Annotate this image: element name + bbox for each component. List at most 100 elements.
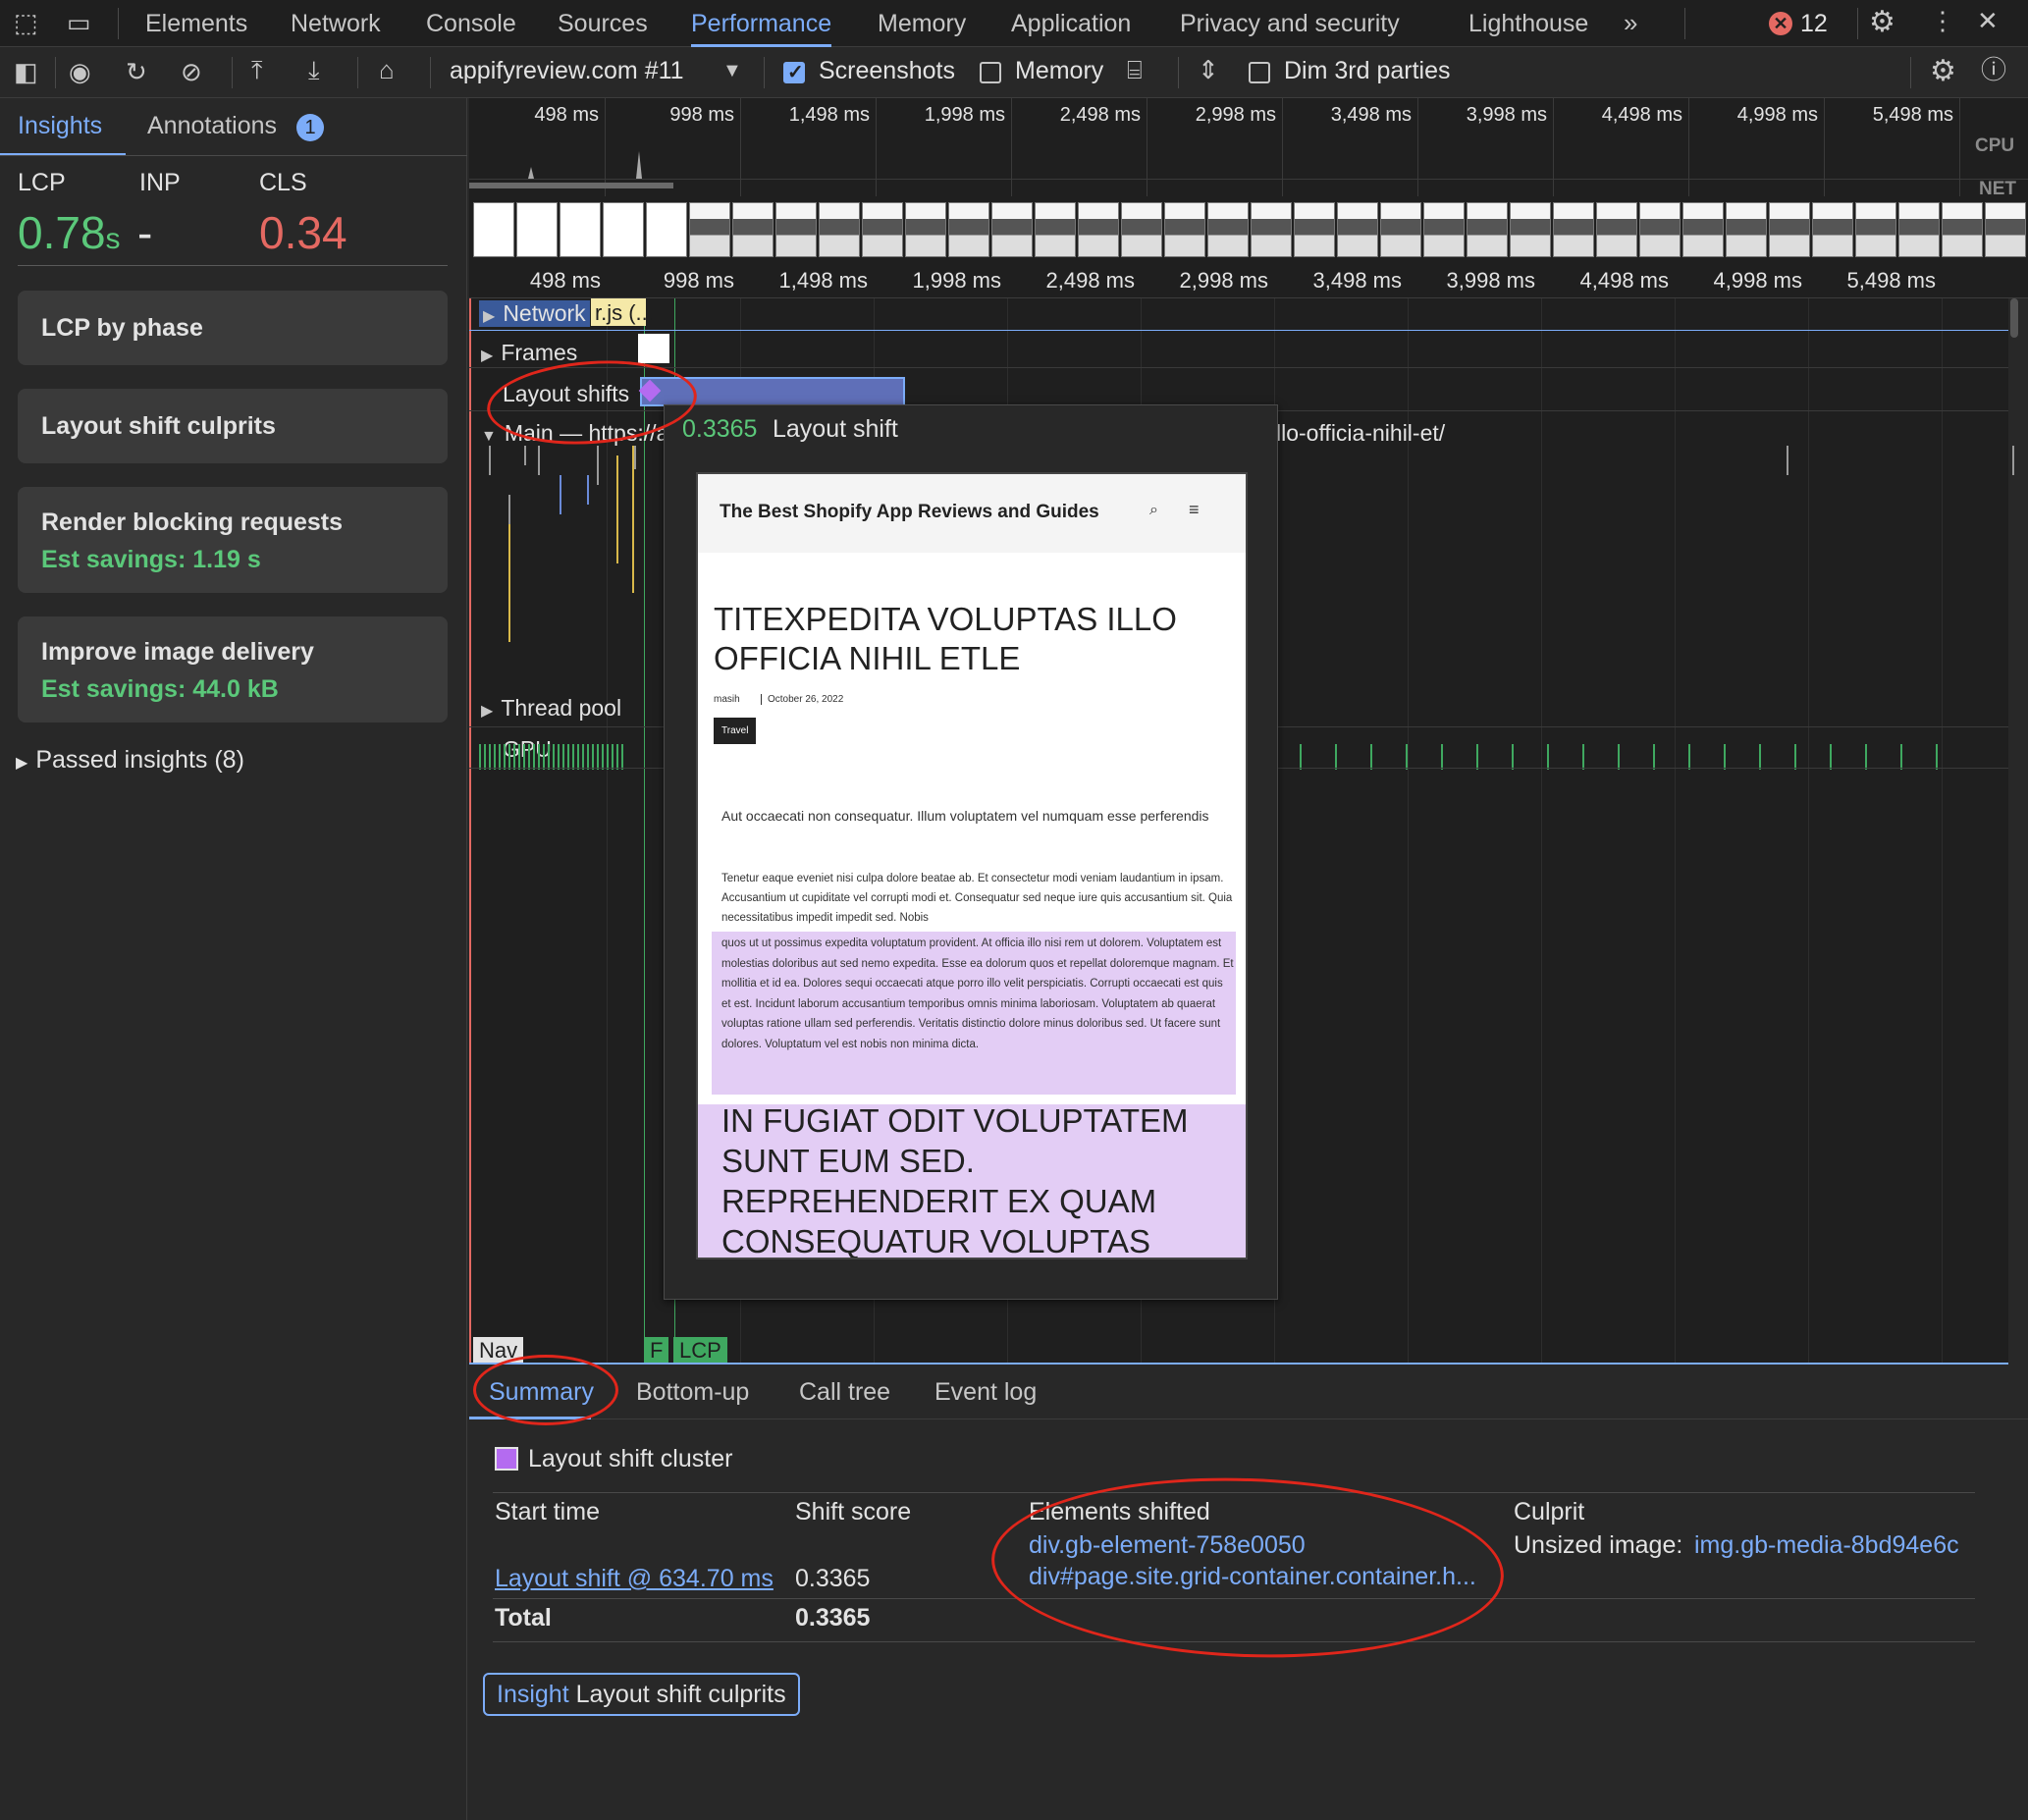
lcp-marker[interactable]: LCP <box>673 1337 727 1365</box>
filmstrip-frame[interactable] <box>775 202 817 257</box>
passed-insights-toggle[interactable]: ▶ Passed insights (8) <box>16 746 244 775</box>
tab-call-tree[interactable]: Call tree <box>799 1378 890 1407</box>
filmstrip-frame[interactable] <box>1035 202 1076 257</box>
tab-elements[interactable]: Elements <box>145 0 247 47</box>
filmstrip-frame[interactable] <box>1639 202 1681 257</box>
memory-checkbox[interactable] <box>980 62 1001 83</box>
filmstrip-frame[interactable] <box>1164 202 1205 257</box>
inspect-element-icon[interactable]: ⬚ <box>14 10 38 35</box>
more-tabs-icon[interactable]: » <box>1624 10 1637 35</box>
filmstrip-frame[interactable] <box>1942 202 1983 257</box>
home-icon[interactable]: ⌂ <box>379 57 395 82</box>
filmstrip-frame[interactable] <box>1553 202 1594 257</box>
help-icon[interactable]: ⓘ <box>1981 57 2006 82</box>
filmstrip-frame[interactable] <box>905 202 946 257</box>
device-toolbar-icon[interactable]: ▭ <box>67 10 91 35</box>
filmstrip-frame[interactable] <box>1682 202 1724 257</box>
track-network[interactable]: ▶ Network <box>479 300 590 327</box>
insight-chip-button[interactable]: Insight Layout shift culprits <box>483 1673 800 1716</box>
expand-collapse-icon[interactable]: ⇕ <box>1198 57 1219 82</box>
tab-annotations[interactable]: Annotations <box>147 112 277 140</box>
tab-sources[interactable]: Sources <box>558 0 648 47</box>
error-icon[interactable]: ✕ <box>1769 12 1792 35</box>
download-icon[interactable]: ⤓ <box>308 57 320 82</box>
insight-lcp-by-phase[interactable]: LCP by phase <box>18 291 448 365</box>
frame-bar[interactable] <box>638 334 669 363</box>
filmstrip-frame[interactable] <box>689 202 730 257</box>
tab-privacy-and-security[interactable]: Privacy and security <box>1180 0 1400 47</box>
filmstrip-frame[interactable] <box>991 202 1033 257</box>
tracks-scrollbar[interactable] <box>2010 298 2018 338</box>
filmstrip-frame[interactable] <box>1855 202 1896 257</box>
filmstrip-frame[interactable] <box>948 202 989 257</box>
filmstrip-frame[interactable] <box>1510 202 1551 257</box>
filmstrip-frame[interactable] <box>862 202 903 257</box>
error-count[interactable]: 12 <box>1800 10 1828 38</box>
tab-memory[interactable]: Memory <box>878 0 966 47</box>
screenshots-checkbox[interactable] <box>783 60 805 84</box>
close-icon[interactable]: ✕ <box>1977 8 1999 33</box>
filmstrip-frame[interactable] <box>1207 202 1249 257</box>
flame-chart-event[interactable] <box>2012 446 2014 475</box>
filmstrip-frame[interactable] <box>1251 202 1292 257</box>
upload-icon[interactable]: ⤒ <box>251 57 263 82</box>
filmstrip-frame[interactable] <box>1467 202 1508 257</box>
flame-chart-event[interactable] <box>616 455 618 563</box>
track-frames[interactable]: ▶ Frames <box>481 340 577 366</box>
tab-console[interactable]: Console <box>426 0 516 47</box>
garbage-collect-icon[interactable]: ⌸ <box>1127 57 1143 82</box>
flame-chart-event[interactable] <box>538 446 540 475</box>
timeline-overview[interactable]: 498 ms 998 ms 1,498 ms 1,998 ms 2,498 ms 2,99… <box>469 98 2028 265</box>
filmstrip-frame[interactable] <box>516 202 558 257</box>
record-icon[interactable]: ◉ <box>69 59 91 84</box>
filmstrip-frame[interactable] <box>1423 202 1465 257</box>
culprit-image-link[interactable]: img.gb-media-8bd94e6c <box>1694 1531 1959 1560</box>
settings-gear-icon[interactable]: ⚙ <box>1869 8 1895 37</box>
recording-select[interactable]: appifyreview.com #11 <box>450 57 684 85</box>
filmstrip-frame[interactable] <box>1596 202 1637 257</box>
filmstrip-frame[interactable] <box>1380 202 1421 257</box>
filmstrip-frame[interactable] <box>1726 202 1767 257</box>
tab-application[interactable]: Application <box>1011 0 1131 47</box>
flame-chart-event[interactable] <box>489 446 491 475</box>
filmstrip-frame[interactable] <box>1294 202 1335 257</box>
insight-render-blocking-requests[interactable]: Render blocking requests Est savings: 1.… <box>18 487 448 593</box>
filmstrip-frame[interactable] <box>1812 202 1853 257</box>
flame-chart-event[interactable] <box>1787 446 1788 475</box>
insight-layout-shift-culprits[interactable]: Layout shift culprits <box>18 389 448 463</box>
chevron-down-icon[interactable]: ▼ <box>722 61 742 80</box>
capture-settings-icon[interactable]: ⚙ <box>1930 57 1956 86</box>
tab-network[interactable]: Network <box>291 0 381 47</box>
flame-chart-event[interactable] <box>524 446 526 465</box>
tab-performance[interactable]: Performance <box>691 0 832 47</box>
filmstrip-frame[interactable] <box>1078 202 1119 257</box>
flame-chart-event[interactable] <box>560 475 561 514</box>
tab-lighthouse[interactable]: Lighthouse <box>1468 0 1588 47</box>
filmstrip-frame[interactable] <box>603 202 644 257</box>
flame-chart-event[interactable] <box>634 446 636 469</box>
fcp-marker[interactable]: F <box>644 1337 669 1365</box>
filmstrip-frame[interactable] <box>1769 202 1810 257</box>
tab-bottom-up[interactable]: Bottom-up <box>636 1378 749 1407</box>
filmstrip-frame[interactable] <box>819 202 860 257</box>
tab-insights[interactable]: Insights <box>18 112 102 140</box>
flame-chart-event[interactable] <box>597 446 599 485</box>
filmstrip-frame[interactable] <box>1121 202 1162 257</box>
filmstrip-frame[interactable] <box>1985 202 2026 257</box>
filmstrip-frame[interactable] <box>473 202 514 257</box>
flame-chart-event[interactable] <box>508 524 510 642</box>
filmstrip-frame[interactable] <box>1898 202 1940 257</box>
flame-chart-event[interactable] <box>508 495 510 524</box>
reload-record-icon[interactable]: ↻ <box>126 59 147 84</box>
filmstrip-frame[interactable] <box>560 202 601 257</box>
tab-event-log[interactable]: Event log <box>934 1378 1037 1407</box>
insight-improve-image-delivery[interactable]: Improve image delivery Est savings: 44.0… <box>18 616 448 723</box>
clear-icon[interactable]: ⊘ <box>181 59 202 84</box>
track-thread-pool[interactable]: ▶ Thread pool <box>481 695 621 722</box>
more-options-icon[interactable]: ⋮ <box>1930 8 1955 33</box>
filmstrip-frame[interactable] <box>732 202 774 257</box>
dim-3rd-parties-checkbox[interactable] <box>1249 62 1270 83</box>
flame-chart-event[interactable] <box>587 475 589 505</box>
layout-shift-link[interactable]: Layout shift @ 634.70 ms <box>495 1565 774 1593</box>
filmstrip-frame[interactable] <box>646 202 687 257</box>
